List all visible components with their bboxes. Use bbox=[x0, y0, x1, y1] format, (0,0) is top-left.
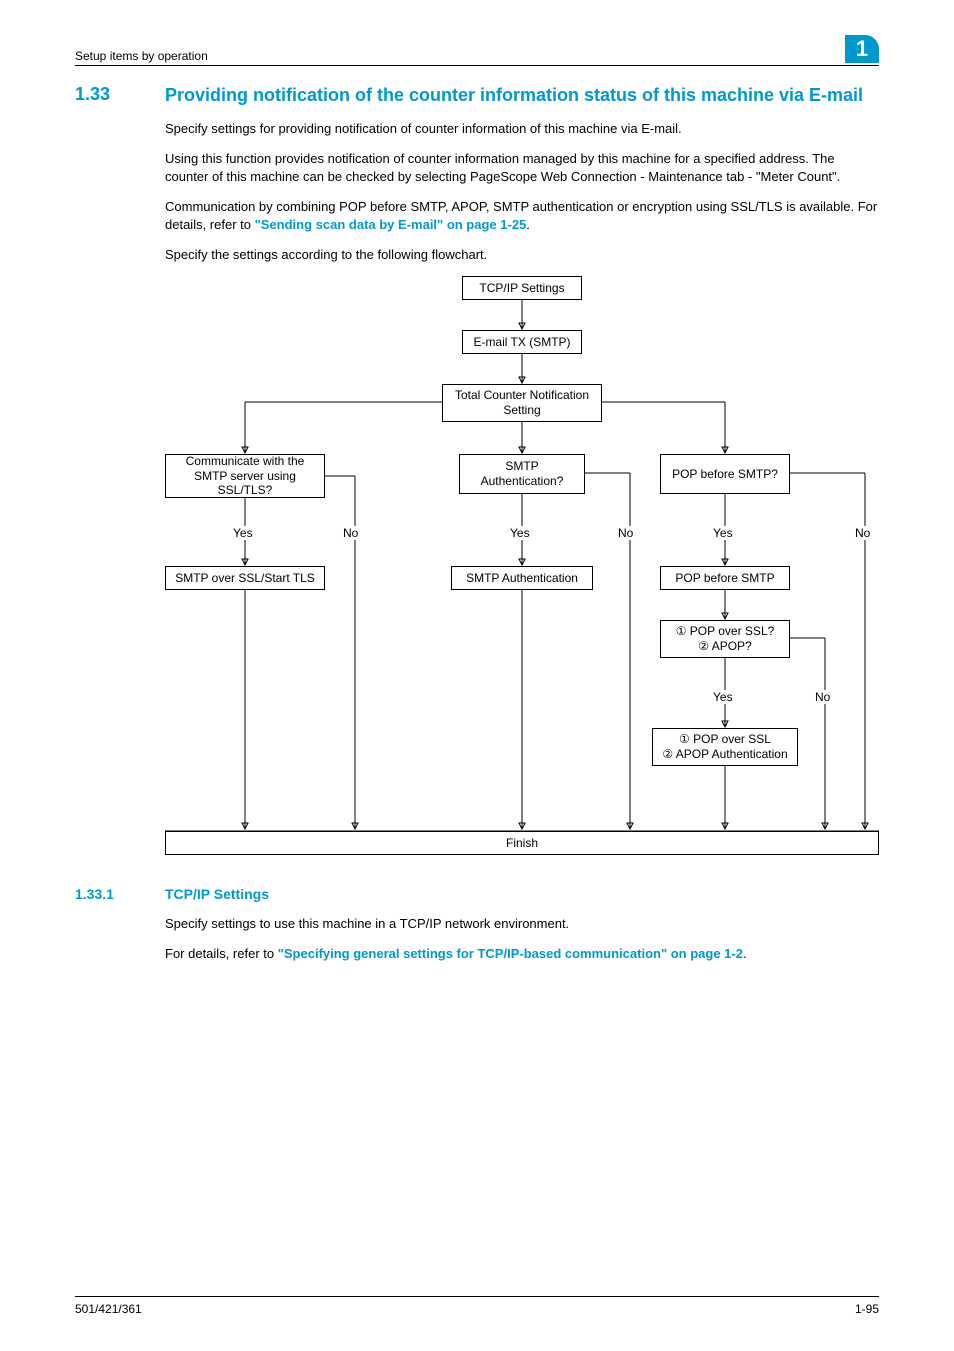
section-heading: 1.33 Providing notification of the count… bbox=[75, 84, 879, 107]
paragraph: Specify settings to use this machine in … bbox=[165, 915, 879, 933]
flow-box-pop-ssl-apop: ① POP over SSL ② APOP Authentication bbox=[652, 728, 798, 766]
subsection-heading: 1.33.1 TCP/IP Settings bbox=[75, 886, 879, 902]
link-tcpip-settings[interactable]: "Specifying general settings for TCP/IP-… bbox=[278, 946, 743, 961]
text-run: . bbox=[743, 946, 747, 961]
link-sending-scan-data[interactable]: "Sending scan data by E-mail" on page 1-… bbox=[255, 217, 527, 232]
flow-decision-pop-ssl-apop: ① POP over SSL? ② APOP? bbox=[660, 620, 790, 658]
subsection-title: TCP/IP Settings bbox=[165, 886, 269, 902]
flow-box-smtp-ssl: SMTP over SSL/Start TLS bbox=[165, 566, 325, 590]
chapter-badge: 1 bbox=[845, 35, 879, 63]
flow-box-email-tx: E-mail TX (SMTP) bbox=[462, 330, 582, 354]
flow-label-yes: Yes bbox=[713, 690, 733, 704]
flow-label-yes: Yes bbox=[713, 526, 733, 540]
text-run: . bbox=[526, 217, 530, 232]
subsection-number: 1.33.1 bbox=[75, 886, 165, 902]
flow-decision-smtp-auth: SMTP Authentication? bbox=[459, 454, 585, 494]
page-footer: 501/421/361 1-95 bbox=[75, 1296, 879, 1316]
section-title: Providing notification of the counter in… bbox=[165, 84, 863, 107]
paragraph: Communication by combining POP before SM… bbox=[165, 198, 879, 233]
breadcrumb: Setup items by operation bbox=[75, 49, 208, 63]
flow-box-pop: POP before SMTP bbox=[660, 566, 790, 590]
footer-left: 501/421/361 bbox=[75, 1302, 142, 1316]
paragraph: Specify the settings according to the fo… bbox=[165, 246, 879, 264]
flow-box-smtp-auth: SMTP Authentication bbox=[451, 566, 593, 590]
flow-label-no: No bbox=[855, 526, 870, 540]
section-number: 1.33 bbox=[75, 84, 165, 107]
flow-decision-pop: POP before SMTP? bbox=[660, 454, 790, 494]
paragraph: Using this function provides notificatio… bbox=[165, 150, 879, 185]
text-run: For details, refer to bbox=[165, 946, 278, 961]
flow-box-counter: Total Counter Notification Setting bbox=[442, 384, 602, 422]
flow-label-yes: Yes bbox=[233, 526, 253, 540]
flow-label-yes: Yes bbox=[510, 526, 530, 540]
paragraph: For details, refer to "Specifying genera… bbox=[165, 945, 879, 963]
footer-right: 1-95 bbox=[855, 1302, 879, 1316]
flow-box-tcpip: TCP/IP Settings bbox=[462, 276, 582, 300]
flow-box-finish: Finish bbox=[165, 831, 879, 855]
flow-label-no: No bbox=[815, 690, 830, 704]
flowchart: TCP/IP Settings E-mail TX (SMTP) Total C… bbox=[165, 276, 879, 866]
page-header: Setup items by operation 1 bbox=[75, 35, 879, 66]
paragraph: Specify settings for providing notificat… bbox=[165, 120, 879, 138]
flow-decision-ssl: Communicate with the SMTP server using S… bbox=[165, 454, 325, 498]
flow-label-no: No bbox=[618, 526, 633, 540]
flow-label-no: No bbox=[343, 526, 358, 540]
